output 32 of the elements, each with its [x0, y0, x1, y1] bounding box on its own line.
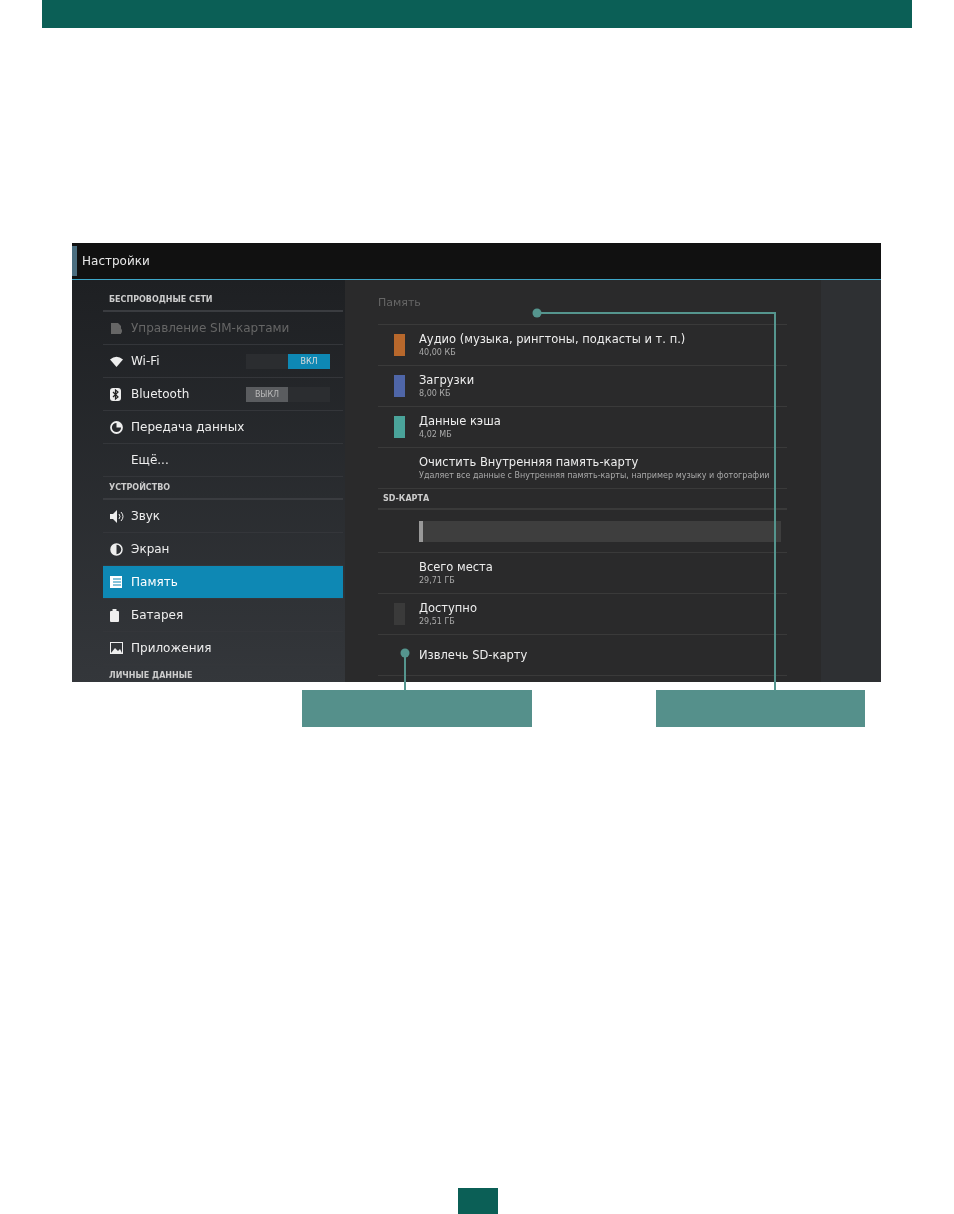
- app-title: Настройки: [82, 254, 150, 268]
- section-header: БЕСПРОВОДНЫЕ СЕТИ: [103, 289, 343, 312]
- sim-card-icon: [110, 321, 123, 335]
- storage-item[interactable]: Всего места 29,71 ГБ: [378, 553, 787, 594]
- storage-item[interactable]: Доступно 29,51 ГБ: [378, 594, 787, 635]
- bluetooth-icon: [110, 387, 121, 401]
- list-icon: [110, 576, 122, 588]
- settings-item[interactable]: Батарея: [103, 599, 343, 632]
- settings-item[interactable]: Звук: [103, 500, 343, 533]
- settings-item[interactable]: Передача данных: [103, 411, 343, 444]
- section-header: ЛИЧНЫЕ ДАННЫЕ: [103, 665, 343, 682]
- pie-icon: [110, 420, 123, 434]
- settings-item[interactable]: Bluetooth ВЫКЛ: [103, 378, 343, 411]
- storage-item[interactable]: Загрузки 8,00 КБ: [378, 366, 787, 407]
- storage-item[interactable]: Очистить Внутренняя память-карту Удаляет все данные с Внутренняя память-карты, например музыку и фотографии: [378, 448, 787, 489]
- picture-icon: [110, 642, 123, 654]
- section-header: УСТРОЙСТВО: [103, 477, 343, 500]
- page-number-box: [458, 1188, 498, 1214]
- brightness-icon: [110, 542, 123, 556]
- app-icon: [72, 246, 77, 276]
- wifi-icon: [110, 355, 123, 367]
- battery-icon: [110, 608, 119, 622]
- settings-item[interactable]: Wi-Fi ВКЛ: [103, 345, 343, 378]
- toggle-switch[interactable]: ВЫКЛ: [246, 386, 330, 402]
- storage-item[interactable]: Аудио (музыка, рингтоны, подкасты и т. п.) 40,00 КБ: [378, 325, 787, 366]
- storage-item[interactable]: Данные кэша 4,02 МБ: [378, 407, 787, 448]
- settings-item[interactable]: Ещё...: [103, 444, 343, 477]
- leader-line: [400, 648, 410, 692]
- settings-item[interactable]: Приложения: [103, 632, 343, 665]
- speaker-icon: [110, 509, 124, 523]
- settings-item[interactable]: Память: [103, 566, 343, 599]
- section-header: SD-КАРТА: [378, 489, 787, 510]
